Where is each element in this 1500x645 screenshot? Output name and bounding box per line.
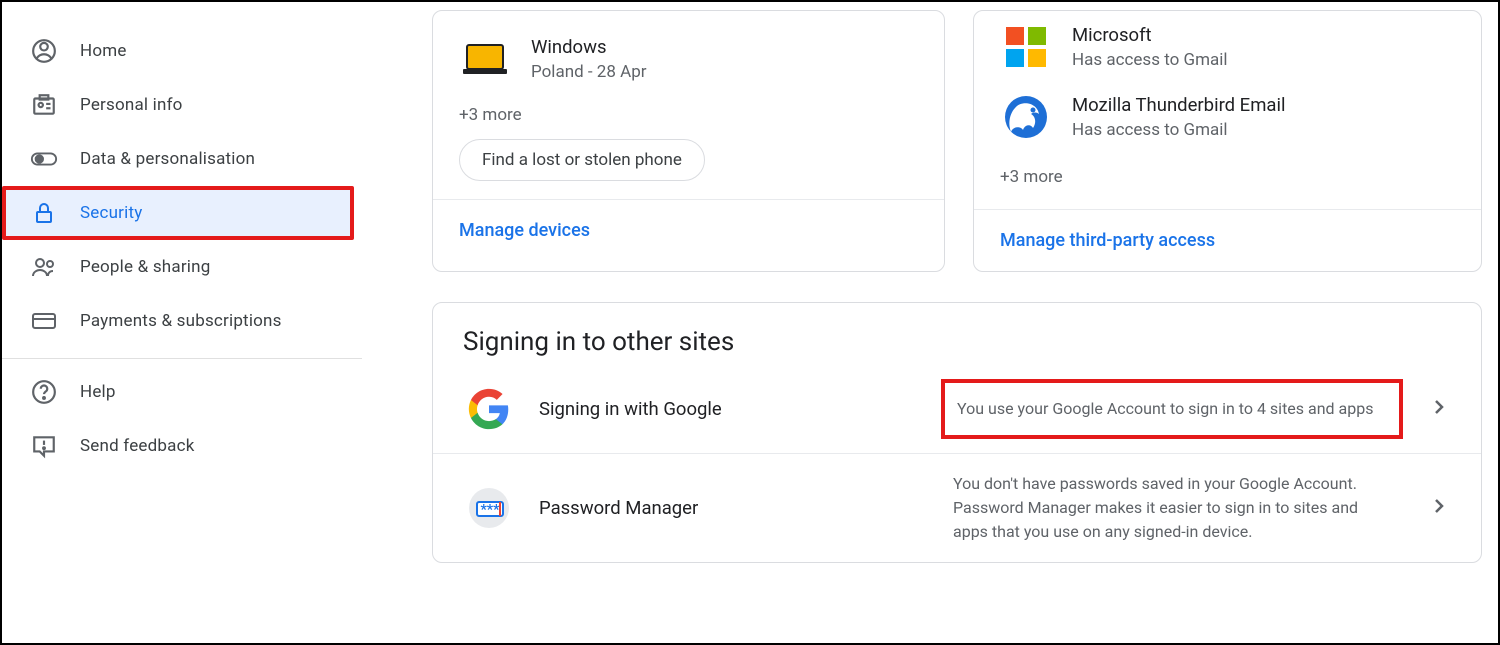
card-icon [30,307,58,335]
sidebar-item-label: Payments & subscriptions [80,311,282,331]
google-g-icon [463,383,515,435]
app-row: Microsoft Has access to Gmail [1000,21,1455,91]
sidebar-item-label: Home [80,41,127,61]
app-name: Microsoft [1072,24,1228,46]
manage-third-party-link[interactable]: Manage third-party access [1000,230,1215,251]
sidebar-item-label: Send feedback [80,436,195,456]
manage-devices-link[interactable]: Manage devices [459,220,590,241]
apps-more[interactable]: +3 more [1000,167,1455,187]
sidebar-item-label: People & sharing [80,257,210,277]
option-signin-with-google[interactable]: Signing in with Google You use your Goog… [433,365,1481,453]
sidebar-item-label: Help [80,382,116,402]
app-access: Has access to Gmail [1072,120,1285,140]
help-icon [30,378,58,406]
signin-section-title: Signing in to other sites [433,303,1481,365]
device-subtitle: Poland - 28 Apr [531,62,647,82]
badge-icon [30,91,58,119]
option-desc: You use your Google Account to sign in t… [941,379,1403,439]
sidebar-item-help[interactable]: Help [2,365,338,419]
lock-icon [30,199,58,227]
sidebar-item-feedback[interactable]: Send feedback [2,419,338,473]
device-row: Windows Poland - 28 Apr [459,29,918,97]
sidebar-item-security[interactable]: Security [2,186,354,240]
sidebar-item-home[interactable]: Home [2,24,338,78]
option-desc: You don't have passwords saved in your G… [953,472,1403,544]
devices-more[interactable]: +3 more [459,105,918,125]
sidebar: Home Personal info Data & personalisatio… [2,2,362,643]
app-access: Has access to Gmail [1072,50,1228,70]
app-name: Mozilla Thunderbird Email [1072,94,1285,116]
sidebar-item-people-sharing[interactable]: People & sharing [2,240,338,294]
laptop-icon [459,33,511,85]
device-name: Windows [531,36,647,58]
password-manager-icon: *** [463,482,515,534]
chevron-right-icon [1427,395,1455,423]
sidebar-item-data-personalisation[interactable]: Data & personalisation [2,132,338,186]
sidebar-item-personal-info[interactable]: Personal info [2,78,338,132]
signin-card: Signing in to other sites Signing in wit… [432,302,1482,563]
find-phone-button[interactable]: Find a lost or stolen phone [459,139,705,181]
sidebar-item-label: Data & personalisation [80,149,255,169]
svg-text:***: *** [480,502,500,518]
app-row: Mozilla Thunderbird Email Has access to … [1000,91,1455,161]
main-content: Windows Poland - 28 Apr +3 more Find a l… [362,2,1500,643]
toggle-icon [30,145,58,173]
option-label: Signing in with Google [539,398,929,420]
people-icon [30,253,58,281]
chevron-right-icon [1427,494,1455,522]
option-label: Password Manager [539,497,929,519]
sidebar-item-label: Personal info [80,95,183,115]
apps-card: Microsoft Has access to Gmail Mozilla Th… [973,10,1482,272]
home-icon [30,37,58,65]
sidebar-divider [2,358,362,359]
microsoft-icon [1000,21,1052,73]
sidebar-item-payments[interactable]: Payments & subscriptions [2,294,338,348]
feedback-icon [30,432,58,460]
option-password-manager[interactable]: *** Password Manager You don't have pass… [433,453,1481,562]
sidebar-item-label: Security [80,203,142,223]
thunderbird-icon [1000,91,1052,143]
devices-card: Windows Poland - 28 Apr +3 more Find a l… [432,10,945,272]
